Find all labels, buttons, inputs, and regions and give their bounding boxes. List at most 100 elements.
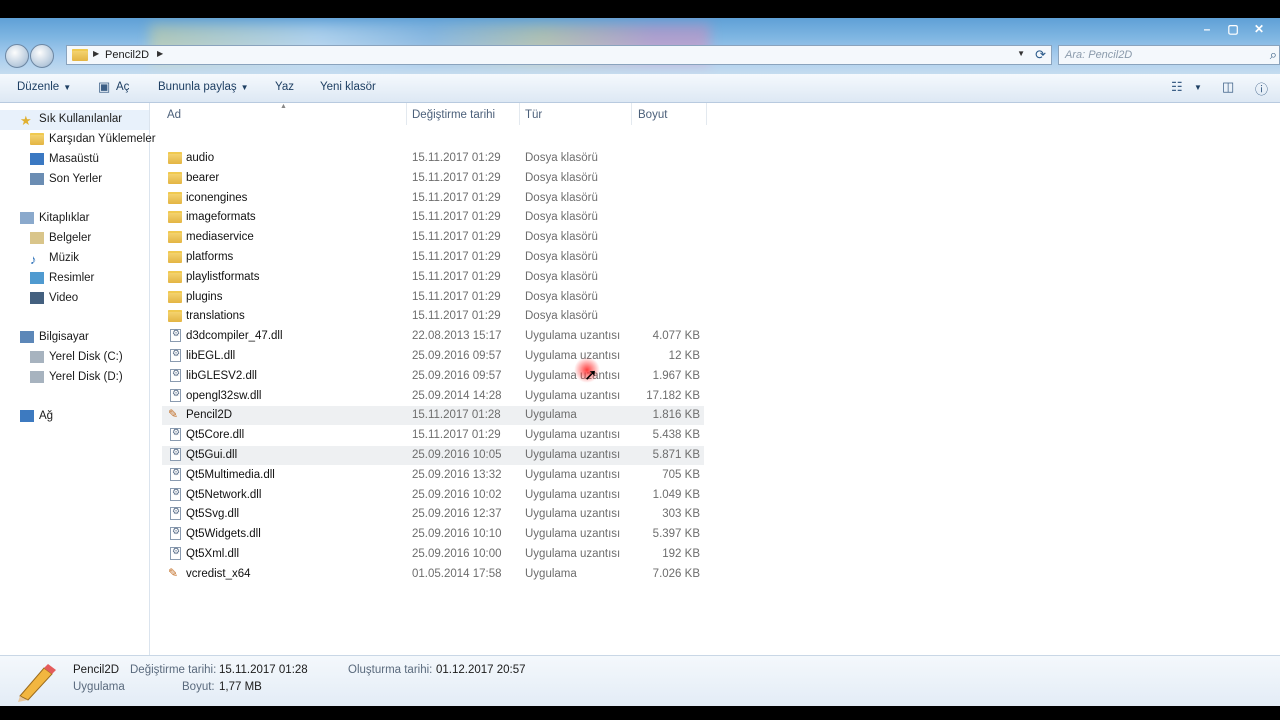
file-row[interactable]: Qt5Core.dll 15.11.2017 01:29 Uygulama uzan… bbox=[162, 426, 704, 445]
column-header-modified[interactable]: Değiştirme tarihi bbox=[412, 109, 495, 121]
nav-music[interactable]: ♪ Müzik bbox=[30, 252, 79, 267]
file-size: 5.871 KB bbox=[652, 449, 700, 461]
file-modified: 15.11.2017 01:29 bbox=[412, 231, 501, 244]
nav-favorites[interactable]: ★ Sık Kullanılanlar bbox=[20, 113, 122, 128]
nav-computer[interactable]: Bilgisayar bbox=[20, 331, 89, 343]
details-created-label: Oluşturma tarihi: bbox=[348, 664, 433, 676]
file-name: libGLESV2.dll bbox=[186, 369, 257, 382]
chevron-down-icon: ▼ bbox=[63, 83, 72, 92]
drive-icon bbox=[30, 371, 44, 383]
file-modified: 15.11.2017 01:29 bbox=[412, 251, 501, 263]
close-button[interactable]: ✕ bbox=[1246, 20, 1272, 38]
organize-button[interactable]: Düzenle ▼ bbox=[17, 81, 71, 93]
file-modified: 15.11.2017 01:29 bbox=[412, 152, 501, 164]
open-button[interactable]: Aç bbox=[116, 81, 129, 93]
column-header-name[interactable]: Ad bbox=[167, 109, 181, 121]
file-row[interactable]: playlistformats 15.11.2017 01:29 Dosya kla… bbox=[162, 268, 704, 287]
search-placeholder: Ara: Pencil2D bbox=[1065, 49, 1133, 61]
file-row[interactable]: iconengines 15.11.2017 01:29 Dosya klasörü bbox=[162, 189, 704, 208]
file-size: 17.182 KB bbox=[646, 389, 700, 402]
nav-libraries[interactable]: Kitaplıklar bbox=[20, 212, 90, 224]
details-modified-value: 15.11.2017 01:28 bbox=[219, 664, 308, 676]
preview-pane-icon[interactable]: ◫ bbox=[1222, 79, 1234, 95]
file-row[interactable]: ✎ vcredist_x64 01.05.2014 17:58 Uygulama 7.0… bbox=[162, 565, 704, 584]
nav-desktop[interactable]: Masaüstü bbox=[30, 153, 99, 165]
video-icon bbox=[30, 292, 44, 304]
file-type: Uygulama uzantısı bbox=[525, 548, 621, 560]
chevron-down-icon[interactable]: ▼ bbox=[1194, 83, 1202, 92]
forward-button[interactable] bbox=[30, 44, 54, 68]
file-row[interactable]: plugins 15.11.2017 01:29 Dosya klasörü bbox=[162, 288, 704, 307]
new-folder-button[interactable]: Yeni klasör bbox=[320, 81, 376, 93]
file-modified: 15.11.2017 01:29 bbox=[412, 290, 501, 303]
nav-network[interactable]: Ağ bbox=[20, 410, 53, 422]
file-row[interactable]: ✎ Pencil2D 15.11.2017 01:28 Uygulama 1.816 K… bbox=[162, 406, 704, 426]
file-row[interactable]: opengl32sw.dll 25.09.2014 14:28 Uygulama u… bbox=[162, 387, 704, 406]
file-row[interactable]: d3dcompiler_47.dll 22.08.2013 15:17 Uygula… bbox=[162, 327, 704, 346]
file-row[interactable]: Qt5Network.dll 25.09.2016 10:02 Uygulama u… bbox=[162, 486, 704, 505]
dll-file-icon bbox=[170, 467, 181, 481]
help-icon[interactable]: ⓘ bbox=[1255, 79, 1268, 98]
nav-downloads[interactable]: Karşıdan Yüklemeler bbox=[30, 133, 156, 145]
folder-icon bbox=[168, 171, 182, 184]
file-modified: 25.09.2016 12:37 bbox=[412, 508, 502, 521]
nav-disk-c[interactable]: Yerel Disk (C:) bbox=[30, 351, 123, 363]
file-row[interactable]: Qt5Gui.dll 25.09.2016 10:05 Uygulama uzant… bbox=[162, 446, 704, 465]
search-icon[interactable]: ⌕ bbox=[1270, 47, 1277, 63]
nav-disk-d[interactable]: Yerel Disk (D:) bbox=[30, 371, 123, 383]
file-row[interactable]: audio 15.11.2017 01:29 Dosya klasörü bbox=[162, 149, 704, 168]
file-row[interactable]: bearer 15.11.2017 01:29 Dosya klasörü bbox=[162, 169, 704, 188]
file-type: Uygulama bbox=[525, 409, 577, 422]
file-row[interactable]: imageformats 15.11.2017 01:29 Dosya klasör… bbox=[162, 208, 704, 227]
sort-arrow-icon: ▲ bbox=[280, 103, 287, 110]
nav-video[interactable]: Video bbox=[30, 292, 78, 304]
minimize-button[interactable]: – bbox=[1194, 20, 1220, 38]
file-name: iconengines bbox=[186, 191, 248, 204]
nav-documents[interactable]: Belgeler bbox=[30, 232, 91, 244]
file-row[interactable]: translations 15.11.2017 01:29 Dosya klasör… bbox=[162, 307, 704, 326]
folder-icon bbox=[168, 152, 182, 164]
column-header-type[interactable]: Tür bbox=[525, 109, 542, 121]
file-name: imageformats bbox=[186, 211, 256, 224]
dll-file-icon bbox=[170, 526, 181, 541]
file-type: Dosya klasörü bbox=[525, 191, 598, 204]
folder-icon bbox=[168, 211, 182, 224]
file-row[interactable]: libEGL.dll 25.09.2016 09:57 Uygulama uzant… bbox=[162, 347, 704, 366]
file-type: Uygulama uzantısı bbox=[525, 468, 621, 481]
back-button[interactable] bbox=[5, 44, 29, 68]
print-button[interactable]: Yaz bbox=[275, 81, 294, 93]
file-size: 303 KB bbox=[662, 508, 700, 521]
breadcrumb-arrow-icon[interactable]: ▶ bbox=[93, 49, 99, 58]
maximize-button[interactable]: ▢ bbox=[1220, 20, 1246, 38]
dll-file-icon bbox=[170, 368, 181, 382]
share-button[interactable]: Bununla paylaş ▼ bbox=[158, 81, 249, 93]
file-modified: 15.11.2017 01:29 bbox=[412, 429, 501, 442]
address-bar[interactable]: ▶ Pencil2D ▶ ▼ ⟳ bbox=[66, 45, 1052, 65]
file-row[interactable]: libGLESV2.dll 25.09.2016 09:57 Uygulama uz… bbox=[162, 367, 704, 386]
column-header-size[interactable]: Boyut bbox=[638, 109, 667, 121]
file-type: Uygulama uzantısı bbox=[525, 488, 621, 501]
music-icon: ♪ bbox=[30, 252, 37, 267]
file-type: Dosya klasörü bbox=[525, 152, 598, 164]
address-dropdown-icon[interactable]: ▼ bbox=[1017, 49, 1025, 58]
file-row[interactable]: Qt5Multimedia.dll 25.09.2016 13:32 Uygulam… bbox=[162, 466, 704, 485]
breadcrumb-pencil2d[interactable]: Pencil2D bbox=[105, 49, 149, 61]
installer-icon: ✎ bbox=[168, 565, 179, 580]
computer-icon bbox=[20, 331, 34, 343]
search-box[interactable]: Ara: Pencil2D ⌕ bbox=[1058, 45, 1280, 65]
file-name: Qt5Gui.dll bbox=[186, 449, 238, 461]
file-type: Uygulama uzantısı bbox=[525, 330, 621, 343]
file-modified: 15.11.2017 01:28 bbox=[412, 409, 501, 422]
recent-places-icon bbox=[30, 173, 44, 185]
file-row[interactable]: Qt5Widgets.dll 25.09.2016 10:10 Uygulama u… bbox=[162, 525, 704, 544]
refresh-icon[interactable]: ⟳ bbox=[1035, 47, 1046, 63]
file-name: Qt5Network.dll bbox=[186, 488, 262, 501]
nav-recent[interactable]: Son Yerler bbox=[30, 173, 102, 185]
file-row[interactable]: platforms 15.11.2017 01:29 Dosya klasörü bbox=[162, 248, 704, 267]
view-options-icon[interactable]: ☷ bbox=[1171, 79, 1183, 95]
file-row[interactable]: mediaservice 15.11.2017 01:29 Dosya klasör… bbox=[162, 228, 704, 247]
nav-pictures[interactable]: Resimler bbox=[30, 272, 94, 284]
breadcrumb-arrow-icon[interactable]: ▶ bbox=[157, 49, 163, 58]
file-row[interactable]: Qt5Xml.dll 25.09.2016 10:00 Uygulama uzant… bbox=[162, 545, 704, 564]
file-row[interactable]: Qt5Svg.dll 25.09.2016 12:37 Uygulama uzant… bbox=[162, 505, 704, 524]
